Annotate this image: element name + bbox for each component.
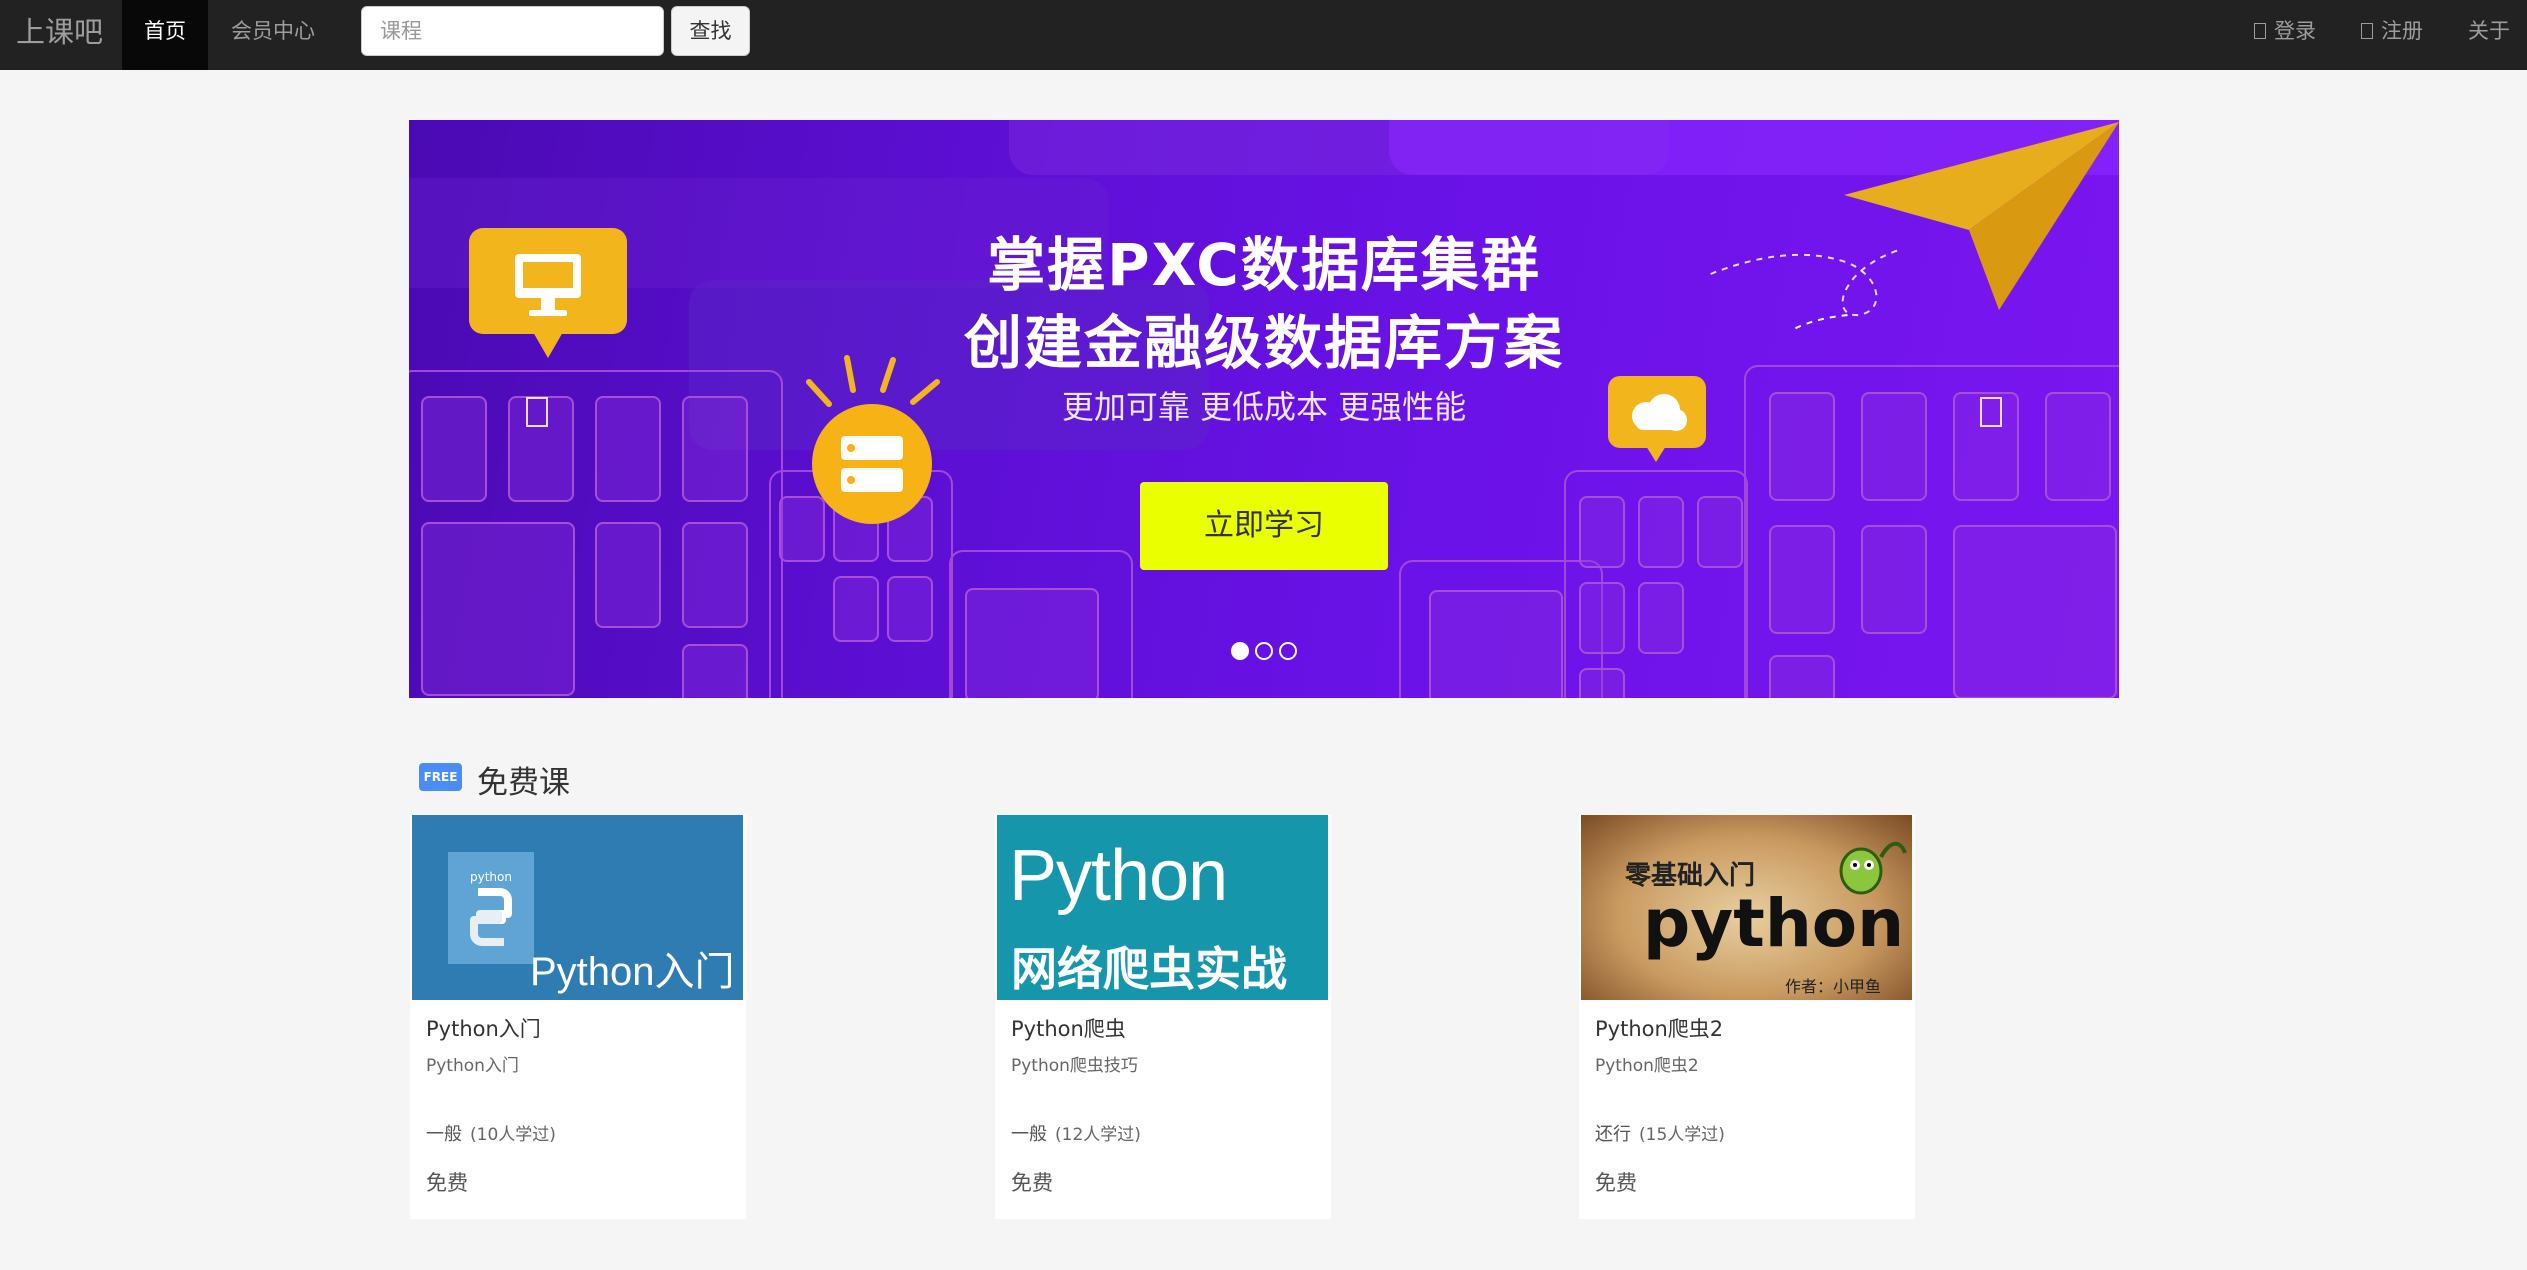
course-learned-count: (12人学过) [1055, 1125, 1141, 1145]
navbar: 上课吧 首页 会员中心 查找 登录 注册 关于 [0, 0, 2527, 70]
carousel-next-icon[interactable] [1980, 397, 2002, 427]
banner-window [1638, 582, 1684, 654]
course-price: 免费 [426, 1171, 468, 1195]
course-level-text: 还行 [1595, 1124, 1631, 1145]
python-logo-icon [448, 852, 534, 964]
course-learned-count: (10人学过) [470, 1125, 556, 1145]
register-link[interactable]: 注册 [2361, 0, 2423, 70]
brand-logo[interactable]: 上课吧 [16, 0, 103, 70]
course-price: 免费 [1011, 1171, 1053, 1195]
carousel-prev-icon[interactable] [526, 397, 548, 427]
banner-window [887, 576, 933, 642]
carousel-indicator-3[interactable] [1279, 642, 1297, 660]
course-thumbnail[interactable]: 零基础入门 python 作者：小甲鱼 [1581, 815, 1912, 1000]
thumbnail-author: 作者：小甲鱼 [1785, 977, 1882, 996]
banner-window [965, 588, 1099, 698]
banner-window [421, 522, 575, 696]
course-desc: Python爬虫技巧 [1011, 1056, 1138, 1076]
snake-icon [1839, 841, 1907, 895]
banner-window [1953, 525, 2117, 698]
thumbnail-text-line1: Python [1009, 836, 1228, 916]
register-label: 注册 [2381, 19, 2423, 43]
course-card[interactable]: python Python入门 Python入门 Python入门 一般 (10人… [410, 815, 746, 1219]
course-level: 一般 (12人学过) [1011, 1120, 1141, 1146]
banner-window [1638, 496, 1684, 568]
python-logo-text: python [470, 870, 512, 884]
carousel-indicator-2[interactable] [1255, 642, 1273, 660]
banner-window [1429, 590, 1563, 698]
course-card[interactable]: Python 网络爬虫实战 Python爬虫 Python爬虫技巧 一般 (12人… [995, 815, 1331, 1219]
course-title[interactable]: Python爬虫2 [1595, 1013, 1723, 1043]
banner-title-line2: 创建金融级数据库方案 [963, 309, 1564, 377]
banner-window [1769, 655, 1835, 698]
banner-carousel[interactable]: 掌握PXC数据库集群 创建金融级数据库方案 更加可靠 更低成本 更强性能 立即学… [409, 120, 2119, 698]
register-icon [2361, 23, 2373, 39]
free-badge: FREE [419, 763, 462, 791]
banner-window [1579, 582, 1625, 654]
course-level-text: 一般 [426, 1124, 462, 1145]
course-thumbnail[interactable]: python Python入门 [412, 815, 743, 1000]
course-card[interactable]: 零基础入门 python 作者：小甲鱼 Python爬虫2 Python爬虫2 … [1579, 815, 1915, 1219]
course-level: 还行 (15人学过) [1595, 1120, 1725, 1146]
banner-window [833, 576, 879, 642]
banner-window [682, 522, 748, 628]
nav-member-center[interactable]: 会员中心 [214, 0, 332, 70]
user-icon [2254, 23, 2266, 39]
course-level: 一般 (10人学过) [426, 1120, 556, 1146]
search-input[interactable] [361, 6, 664, 56]
banner-subtitle: 更加可靠 更低成本 更强性能 [1061, 388, 1467, 426]
course-level-text: 一般 [1011, 1124, 1047, 1145]
about-link[interactable]: 关于 [2468, 0, 2510, 70]
study-now-button[interactable]: 立即学习 [1140, 482, 1388, 570]
search-button[interactable]: 查找 [671, 6, 750, 56]
nav-home[interactable]: 首页 [122, 0, 208, 70]
course-desc: Python爬虫2 [1595, 1056, 1699, 1076]
carousel-indicator-1[interactable] [1231, 642, 1249, 660]
login-link[interactable]: 登录 [2254, 0, 2316, 70]
course-price: 免费 [1595, 1171, 1637, 1195]
banner-window [1579, 668, 1625, 698]
course-thumbnail[interactable]: Python 网络爬虫实战 [997, 815, 1328, 1000]
banner-window [1861, 525, 1927, 634]
thumbnail-text: Python入门 [530, 950, 735, 994]
banner-title-line1: 掌握PXC数据库集群 [987, 231, 1541, 299]
course-title[interactable]: Python入门 [426, 1013, 541, 1043]
banner-window [1769, 525, 1835, 634]
banner-window [1579, 496, 1625, 568]
banner-window [595, 522, 661, 628]
course-learned-count: (15人学过) [1639, 1125, 1725, 1145]
section-title: 免费课 [477, 765, 570, 801]
course-desc: Python入门 [426, 1056, 519, 1076]
course-title[interactable]: Python爬虫 [1011, 1013, 1126, 1043]
banner-window [1697, 496, 1743, 568]
login-label: 登录 [2274, 19, 2316, 43]
banner-window [682, 644, 748, 698]
thumbnail-text-line2: 网络爬虫实战 [1011, 942, 1287, 996]
